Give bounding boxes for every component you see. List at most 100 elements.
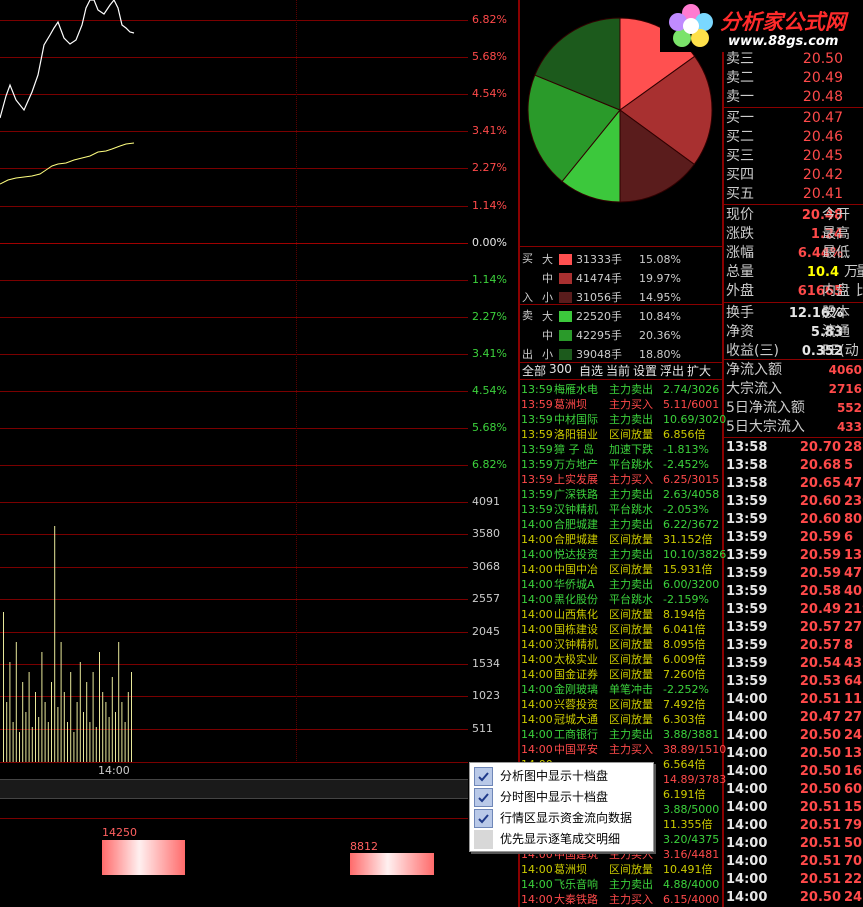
alert-item[interactable]: 14:00 飞乐音响 主力卖出 4.88/4000 xyxy=(521,877,725,892)
context-menu-item[interactable]: 分时图中显示十档盘 xyxy=(472,787,651,807)
alert-item[interactable]: 14:00 华侨城A 主力卖出 6.00/3200 xyxy=(521,577,725,592)
quote-label-secondary: 最低 xyxy=(822,245,850,261)
alert-value: 31.152倍 xyxy=(663,533,713,546)
separator xyxy=(724,437,863,438)
quote-row: 外盘 61665 内盘 xyxy=(726,282,863,301)
alert-item[interactable]: 14:00 中国平安 主力买入 38.89/1510 xyxy=(521,742,727,757)
quote-label: 换手 xyxy=(726,305,754,321)
alert-stock-name: 洛阳钼业 xyxy=(554,428,598,441)
alert-item[interactable]: 14:00 大秦铁路 主力买入 6.15/4000 xyxy=(521,892,725,907)
quote-label-secondary: 最高 xyxy=(822,226,850,242)
alert-time: 14:00 xyxy=(521,518,553,531)
volume-bar xyxy=(38,717,40,762)
trade-volume: 79 xyxy=(844,818,863,833)
trade-volume: 60 xyxy=(844,782,863,797)
trade-volume: 157 xyxy=(844,800,863,815)
alert-item[interactable]: 14:00 冠城大通 区间放量 6.303倍 xyxy=(521,712,725,727)
alert-item[interactable]: 14:00 国栋建设 区间放量 6.041倍 xyxy=(521,622,725,637)
volume-bar xyxy=(86,682,88,762)
trade-time: 13:59 xyxy=(726,620,768,635)
alert-time: 14:00 xyxy=(521,728,553,741)
alert-value: 6.041倍 xyxy=(663,623,706,636)
alert-item[interactable]: 13:59 洛阳钼业 区间放量 6.856倍 xyxy=(521,427,725,442)
flow-hands: 22520手 xyxy=(576,310,622,323)
tab-设置[interactable]: 设置 xyxy=(633,362,657,379)
separator xyxy=(724,107,863,108)
alert-value: 8.095倍 xyxy=(663,638,706,651)
capital-flow-value: 2716 xyxy=(828,382,862,396)
flow-size: 中 xyxy=(542,272,553,285)
context-menu[interactable]: 分析图中显示十档盘 分时图中显示十档盘 行情区显示资金流向数据 优先显示逐笔成交明细 xyxy=(469,762,654,852)
trade-volume: 28 xyxy=(844,440,863,455)
alert-type: 区间放量 xyxy=(609,563,653,576)
quote-value: 10.4 xyxy=(806,265,839,280)
quote-row: 现价 20.48 今开 xyxy=(726,206,863,225)
trade-volume: 64 xyxy=(844,674,863,689)
tab-300[interactable]: 300 xyxy=(549,362,572,376)
tab-自选[interactable]: 自选 xyxy=(579,362,603,379)
alert-item[interactable]: 13:59 獐 子 岛 加速下跌 -1.813% xyxy=(521,442,725,457)
tab-浮出[interactable]: 浮出 xyxy=(660,362,684,379)
alert-item[interactable]: 14:00 工商银行 主力卖出 3.88/3881 xyxy=(521,727,725,742)
alert-value: 38.89/1510 xyxy=(663,743,727,756)
alert-type: 区间放量 xyxy=(609,698,653,711)
alert-item[interactable]: 14:00 合肥城建 主力卖出 6.22/3672 xyxy=(521,517,725,532)
volume-bar xyxy=(99,652,100,762)
trade-volume: 230 xyxy=(844,494,863,509)
alert-stock-name: 葛洲坝 xyxy=(554,863,587,876)
chart-scrollbar[interactable] xyxy=(0,779,468,799)
volume-axis-label: 511 xyxy=(472,722,493,735)
tab-当前[interactable]: 当前 xyxy=(606,362,630,379)
trade-tick: 14:00 20.51 22 xyxy=(726,871,863,889)
context-menu-item[interactable]: 分析图中显示十档盘 xyxy=(472,766,651,786)
intraday-chart[interactable]: 6.82% 5.68% 4.54% 3.41% 2.27% 1.14% 0.00% 1.14%… xyxy=(0,0,520,907)
alert-value: 3.88/5000 xyxy=(663,803,720,816)
alert-stock-name: 汉钟精机 xyxy=(554,503,598,516)
flow-pct: 19.97% xyxy=(639,272,681,285)
alert-time: 14:00 xyxy=(521,668,553,681)
trade-time: 14:00 xyxy=(726,818,768,833)
alert-type: 区间放量 xyxy=(609,608,653,621)
alert-item[interactable]: 14:00 合肥城建 区间放量 31.152倍 xyxy=(521,532,725,547)
volume-axis-label: 1023 xyxy=(472,689,500,702)
alert-item[interactable]: 13:59 中材国际 主力卖出 10.69/3020 xyxy=(521,412,726,427)
alert-item[interactable]: 13:59 葛洲坝 主力买入 5.11/6001 xyxy=(521,397,725,412)
alert-item[interactable]: 14:00 金刚玻璃 单笔冲击 -2.252% xyxy=(521,682,725,697)
flow-color-swatch xyxy=(559,292,572,303)
volume-bar xyxy=(76,702,78,762)
context-menu-item[interactable]: 行情区显示资金流向数据 xyxy=(472,808,651,828)
order-price: 20.41 xyxy=(802,186,843,202)
alert-item[interactable]: 13:59 广深铁路 主力卖出 2.63/4058 xyxy=(521,487,725,502)
alert-value: 3.16/4481 xyxy=(663,848,720,861)
alert-item[interactable]: 14:00 黑化股份 平台跳水 -2.159% xyxy=(521,592,725,607)
trade-tick: 14:00 20.50 24 xyxy=(726,889,863,907)
flow-color-swatch xyxy=(559,349,572,360)
volume-bar xyxy=(9,662,11,762)
alert-item[interactable]: 14:00 太极实业 区间放量 6.009倍 xyxy=(521,652,725,667)
alert-item[interactable]: 14:00 山西焦化 区间放量 8.194倍 xyxy=(521,607,725,622)
alert-item[interactable]: 13:59 汉钟精机 平台跳水 -2.053% xyxy=(521,502,725,517)
alert-item[interactable]: 14:00 葛洲坝 区间放量 10.491倍 xyxy=(521,862,725,877)
alert-item[interactable]: 14:00 中国中冶 区间放量 15.931倍 xyxy=(521,562,725,577)
alert-item[interactable]: 14:00 悦达投资 主力卖出 10.10/3826 xyxy=(521,547,726,562)
alert-item[interactable]: 13:59 上实发展 主力买入 6.25/3015 xyxy=(521,472,725,487)
order-level: 卖一 xyxy=(726,89,754,105)
alert-item[interactable]: 13:59 万方地产 平台跳水 -2.452% xyxy=(521,457,725,472)
alert-item[interactable]: 13:59 梅雁水电 主力卖出 2.74/3026 xyxy=(521,382,725,397)
price-axis-label: 2.27% xyxy=(472,310,507,323)
tab-全部[interactable]: 全部 xyxy=(522,362,546,379)
alert-stock-name: 飞乐音响 xyxy=(554,878,598,891)
capital-flow-value: 433 xyxy=(836,420,862,434)
flow-color-swatch xyxy=(559,311,572,322)
alert-item[interactable]: 14:00 汉钟精机 区间放量 8.095倍 xyxy=(521,637,725,652)
trade-volume: 27 xyxy=(844,620,863,635)
alert-type: 单笔冲击 xyxy=(609,683,653,696)
trade-price: 20.51 xyxy=(799,818,841,833)
alert-type: 主力买入 xyxy=(609,398,653,411)
context-menu-item[interactable]: 优先显示逐笔成交明细 xyxy=(472,829,651,849)
alert-item[interactable]: 14:00 国金证券 区间放量 7.260倍 xyxy=(521,667,725,682)
tab-扩大[interactable]: 扩大 xyxy=(687,362,711,379)
alert-item[interactable]: 14:00 兴蓉投资 区间放量 7.492倍 xyxy=(521,697,725,712)
trade-tick: 14:00 20.51 50 xyxy=(726,835,863,853)
flow-size: 中 xyxy=(542,329,553,342)
